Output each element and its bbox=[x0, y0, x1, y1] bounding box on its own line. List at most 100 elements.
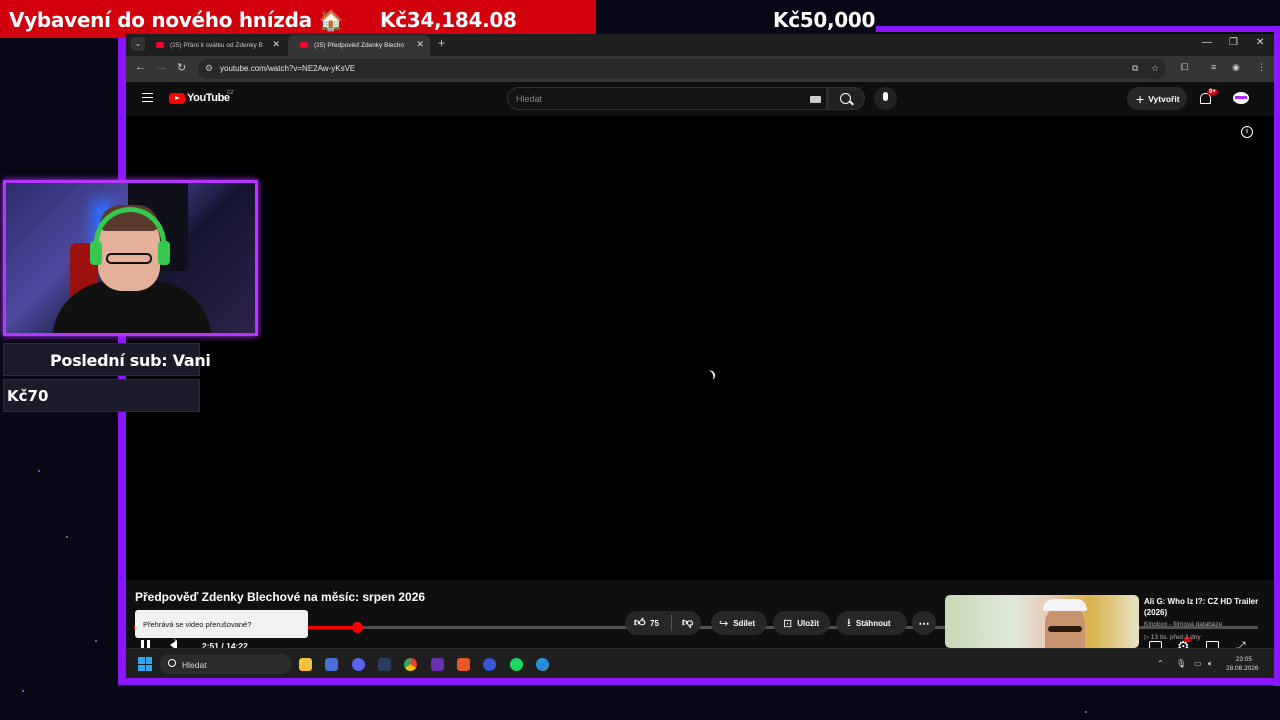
create-button[interactable]: + Vytvořit bbox=[1127, 87, 1187, 110]
task-manager-icon[interactable] bbox=[325, 658, 338, 671]
youtube-favicon-icon bbox=[156, 42, 164, 48]
vpn-icon[interactable] bbox=[483, 658, 496, 671]
search-placeholder: Hledat bbox=[516, 94, 543, 104]
webcam-feed bbox=[3, 180, 258, 336]
search-input[interactable]: Hledat bbox=[507, 87, 827, 110]
plus-icon: + bbox=[1136, 90, 1145, 107]
progress-scrubber-handle[interactable] bbox=[351, 622, 363, 633]
search-icon bbox=[168, 659, 176, 667]
url-text: youtube.com/watch?v=NE2Aw-yKsVE bbox=[220, 64, 356, 73]
share-label: Sdílet bbox=[733, 618, 755, 628]
youtube-logo-text[interactable]: YouTube bbox=[187, 92, 230, 104]
minimize-icon[interactable]: — bbox=[1202, 37, 1212, 48]
like-dislike-group: 👍︎ 75 👎︎ bbox=[625, 611, 701, 635]
media-controls-icon[interactable]: ≡ bbox=[1211, 62, 1216, 72]
save-button[interactable]: ⊡ Uložit bbox=[773, 611, 830, 635]
video-player[interactable]: i 2:51 / 14:22 ⚙ ⤢ bbox=[126, 116, 1274, 653]
recommended-channel[interactable]: Kinobox - filmová databáze bbox=[1144, 621, 1222, 628]
speaker-icon[interactable]: 🔈︎ bbox=[1208, 659, 1213, 669]
tray-chevron-icon[interactable]: ⌃ bbox=[1157, 659, 1164, 668]
keyboard-icon[interactable] bbox=[810, 96, 821, 103]
like-count[interactable]: 75 bbox=[650, 619, 659, 628]
voice-search-button[interactable] bbox=[874, 87, 897, 110]
profile-icon[interactable]: ◉ bbox=[1232, 62, 1240, 73]
install-app-icon[interactable]: ⧉ bbox=[1132, 63, 1138, 74]
site-info-icon[interactable]: ⚙ bbox=[205, 63, 213, 74]
tab-label: (25) Předpověď Zdenky Blecho bbox=[314, 42, 404, 49]
windows-start-icon[interactable] bbox=[138, 657, 152, 671]
steam-icon[interactable] bbox=[378, 658, 391, 671]
create-label: Vytvořit bbox=[1148, 93, 1180, 104]
notification-badge: 9+ bbox=[1207, 89, 1218, 95]
youtube-logo-icon[interactable] bbox=[169, 93, 185, 104]
stream-frame-right bbox=[1274, 26, 1280, 686]
save-label: Uložit bbox=[797, 618, 819, 628]
download-button[interactable]: ⭳ Stáhnout bbox=[836, 611, 907, 635]
taskbar-clock[interactable]: 23:05 28.08.2026 bbox=[1226, 655, 1259, 673]
like-icon[interactable]: 👍︎ bbox=[634, 616, 646, 629]
share-button[interactable]: ↪ Sdílet bbox=[711, 611, 767, 635]
close-window-icon[interactable]: ✕ bbox=[1256, 37, 1264, 48]
clock-date: 28.08.2026 bbox=[1226, 665, 1259, 672]
search-icon bbox=[840, 93, 851, 104]
windows-taskbar: Hledat ⌃ 🎙︎ ▭ 🔈︎ 23:05 28.08.2026 bbox=[126, 648, 1274, 678]
more-actions-button[interactable]: ⋯ bbox=[912, 611, 936, 635]
download-label: Stáhnout bbox=[855, 618, 891, 628]
playback-tooltip[interactable]: Přehrává se video přerušované? bbox=[135, 610, 308, 638]
donation-goal-bar: Vybavení do nového hnízda 🏠 Kč34,184.08 bbox=[0, 0, 596, 38]
tab-close-icon[interactable]: ✕ bbox=[416, 39, 424, 50]
new-tab-icon[interactable]: + bbox=[438, 36, 445, 50]
star-decoration bbox=[22, 690, 24, 692]
last-sub-label: Poslední sub: Vani bbox=[50, 351, 211, 370]
microphone-icon[interactable]: 🎙︎ bbox=[1176, 659, 1186, 668]
app-icon[interactable] bbox=[457, 658, 470, 671]
clock-time: 23:05 bbox=[1235, 656, 1252, 663]
discord-icon[interactable] bbox=[352, 658, 365, 671]
thumbnail-image bbox=[1043, 599, 1087, 611]
tab-prani-k-svatku[interactable]: (25) Přání k svátku od Zdenky B ✕ bbox=[144, 35, 286, 56]
taskbar-search-label: Hledat bbox=[182, 660, 207, 670]
youtube-favicon-icon bbox=[300, 42, 308, 48]
bookmark-star-icon[interactable]: ☆ bbox=[1151, 63, 1159, 74]
restore-icon[interactable]: ❐ bbox=[1229, 37, 1238, 48]
tab-search-icon[interactable]: ⌄ bbox=[131, 37, 145, 51]
recommended-video-thumbnail[interactable] bbox=[945, 595, 1139, 648]
chrome-icon[interactable] bbox=[404, 658, 417, 671]
back-icon[interactable]: ← bbox=[135, 61, 146, 73]
display-icon[interactable]: ▭ bbox=[1194, 659, 1202, 668]
browser-window: ⌄ (25) Přání k svátku od Zdenky B ✕ (25)… bbox=[126, 34, 1274, 678]
tab-label: (25) Přání k svátku od Zdenky B bbox=[170, 42, 263, 49]
recommended-views-age: ▷ 13 tis. před 3 dny bbox=[1144, 634, 1201, 641]
avatar[interactable] bbox=[1233, 92, 1249, 104]
last-donation-panel: Kč70 bbox=[3, 379, 200, 412]
forward-icon[interactable]: → bbox=[156, 61, 167, 73]
more-icon: ⋯ bbox=[918, 617, 930, 630]
goal-current-amount: Kč34,184.08 bbox=[380, 8, 517, 32]
youtube-header: YouTube CZ Hledat + Vytvořit 9+ bbox=[126, 82, 1274, 116]
edge-icon[interactable] bbox=[536, 658, 549, 671]
menu-icon[interactable] bbox=[142, 93, 153, 102]
goal-target-amount: Kč50,000 bbox=[773, 8, 876, 32]
tab-close-icon[interactable]: ✕ bbox=[272, 39, 280, 50]
last-donation-amount: Kč70 bbox=[7, 387, 49, 405]
reload-icon[interactable]: ↻ bbox=[177, 61, 186, 74]
stream-frame-bottom bbox=[118, 678, 1280, 685]
file-explorer-icon[interactable] bbox=[299, 658, 312, 671]
tab-predpoved[interactable]: (25) Předpověď Zdenky Blecho ✕ bbox=[288, 35, 430, 56]
search-button[interactable] bbox=[827, 87, 865, 110]
download-icon: ⭳ bbox=[847, 616, 851, 629]
extensions-icon[interactable]: ⧠ bbox=[1181, 62, 1188, 73]
app-icon[interactable] bbox=[431, 658, 444, 671]
thumbnail-image bbox=[1048, 626, 1082, 632]
recommended-video-title[interactable]: Ali G: Who Iz I?: CZ HD Trailer (2026) bbox=[1144, 596, 1270, 618]
tab-strip: ⌄ (25) Přání k svátku od Zdenky B ✕ (25)… bbox=[126, 34, 1274, 56]
address-bar[interactable]: ⚙ youtube.com/watch?v=NE2Aw-yKsVE ⧉ ☆ bbox=[198, 59, 1166, 79]
browser-menu-icon[interactable]: ⋮ bbox=[1257, 62, 1266, 73]
info-icon[interactable]: i bbox=[1241, 126, 1253, 138]
browser-toolbar: ← → ↻ ⚙ youtube.com/watch?v=NE2Aw-yKsVE … bbox=[126, 56, 1274, 82]
dislike-icon[interactable]: 👎︎ bbox=[682, 616, 693, 629]
stream-frame-top bbox=[876, 26, 1280, 32]
video-title: Předpověď Zdenky Blechové na měsíc: srpe… bbox=[135, 590, 426, 604]
taskbar-search[interactable]: Hledat bbox=[159, 654, 292, 674]
spotify-icon[interactable] bbox=[510, 658, 523, 671]
